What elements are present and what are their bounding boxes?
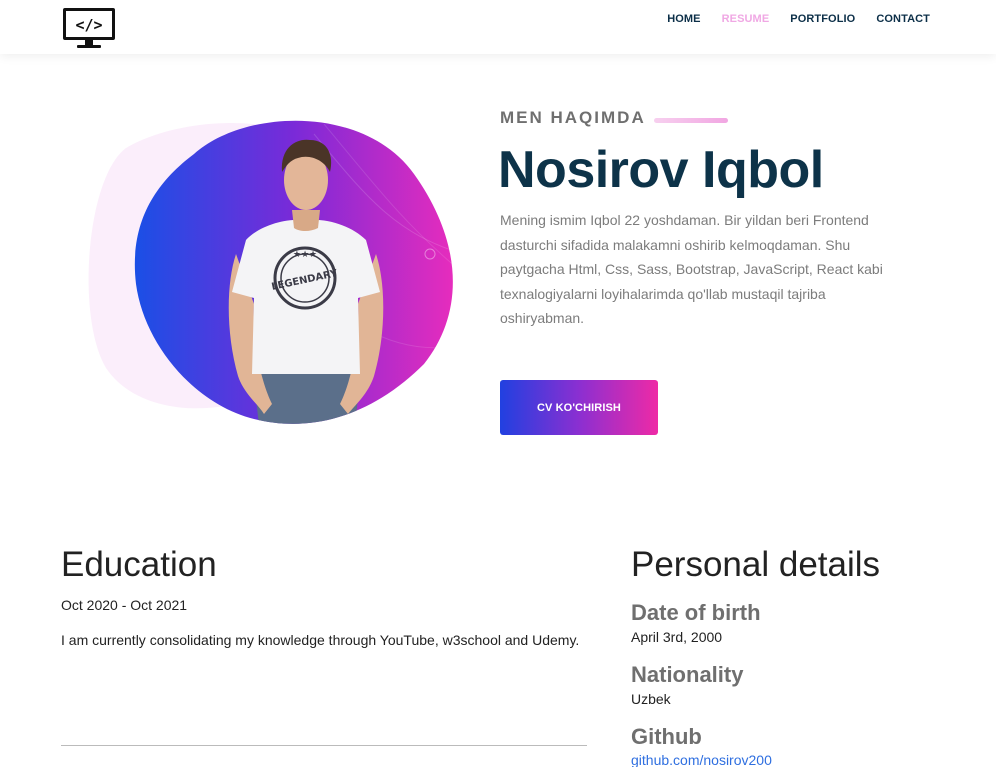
dob-label: Date of birth <box>631 600 761 625</box>
nationality-value: Uzbek <box>631 691 671 707</box>
education-dates: Oct 2020 - Oct 2021 <box>61 597 188 613</box>
github-link[interactable]: github.com/nosirov200 <box>631 752 772 767</box>
section-divider <box>61 745 587 746</box>
nationality-label: Nationality <box>631 662 744 687</box>
dob-value: April 3rd, 2000 <box>631 629 723 645</box>
main-nav: HOME RESUME PORTFOLIO CONTACT <box>646 13 930 25</box>
github-value: github.com/nosirov200 <box>631 752 772 767</box>
personal-details-title: Personal details <box>631 545 881 584</box>
nav-resume[interactable]: RESUME <box>722 13 770 25</box>
site-header: </> HOME RESUME PORTFOLIO CONTACT <box>0 0 996 54</box>
education-title: Education <box>61 545 217 584</box>
download-cv-button[interactable]: CV KO'CHIRISH <box>500 380 658 435</box>
github-label: Github <box>631 724 702 749</box>
hero-name: Nosirov Iqbol <box>498 141 824 199</box>
svg-text:★★★: ★★★ <box>293 250 317 260</box>
education-description: I am currently consolidating my knowledg… <box>61 632 580 648</box>
profile-photo: LEGENDARY ★★★ <box>134 120 453 424</box>
nav-contact[interactable]: CONTACT <box>876 13 930 25</box>
hero-eyebrow: MEN HAQIMDA <box>500 108 646 127</box>
svg-text:</>: </> <box>75 16 102 34</box>
nav-home[interactable]: HOME <box>667 13 700 25</box>
eyebrow-underline <box>654 118 728 123</box>
code-monitor-icon[interactable]: </> <box>61 6 117 50</box>
hero-description: Mening ismim Iqbol 22 yoshdaman. Bir yil… <box>500 212 883 327</box>
nav-portfolio[interactable]: PORTFOLIO <box>790 13 855 25</box>
